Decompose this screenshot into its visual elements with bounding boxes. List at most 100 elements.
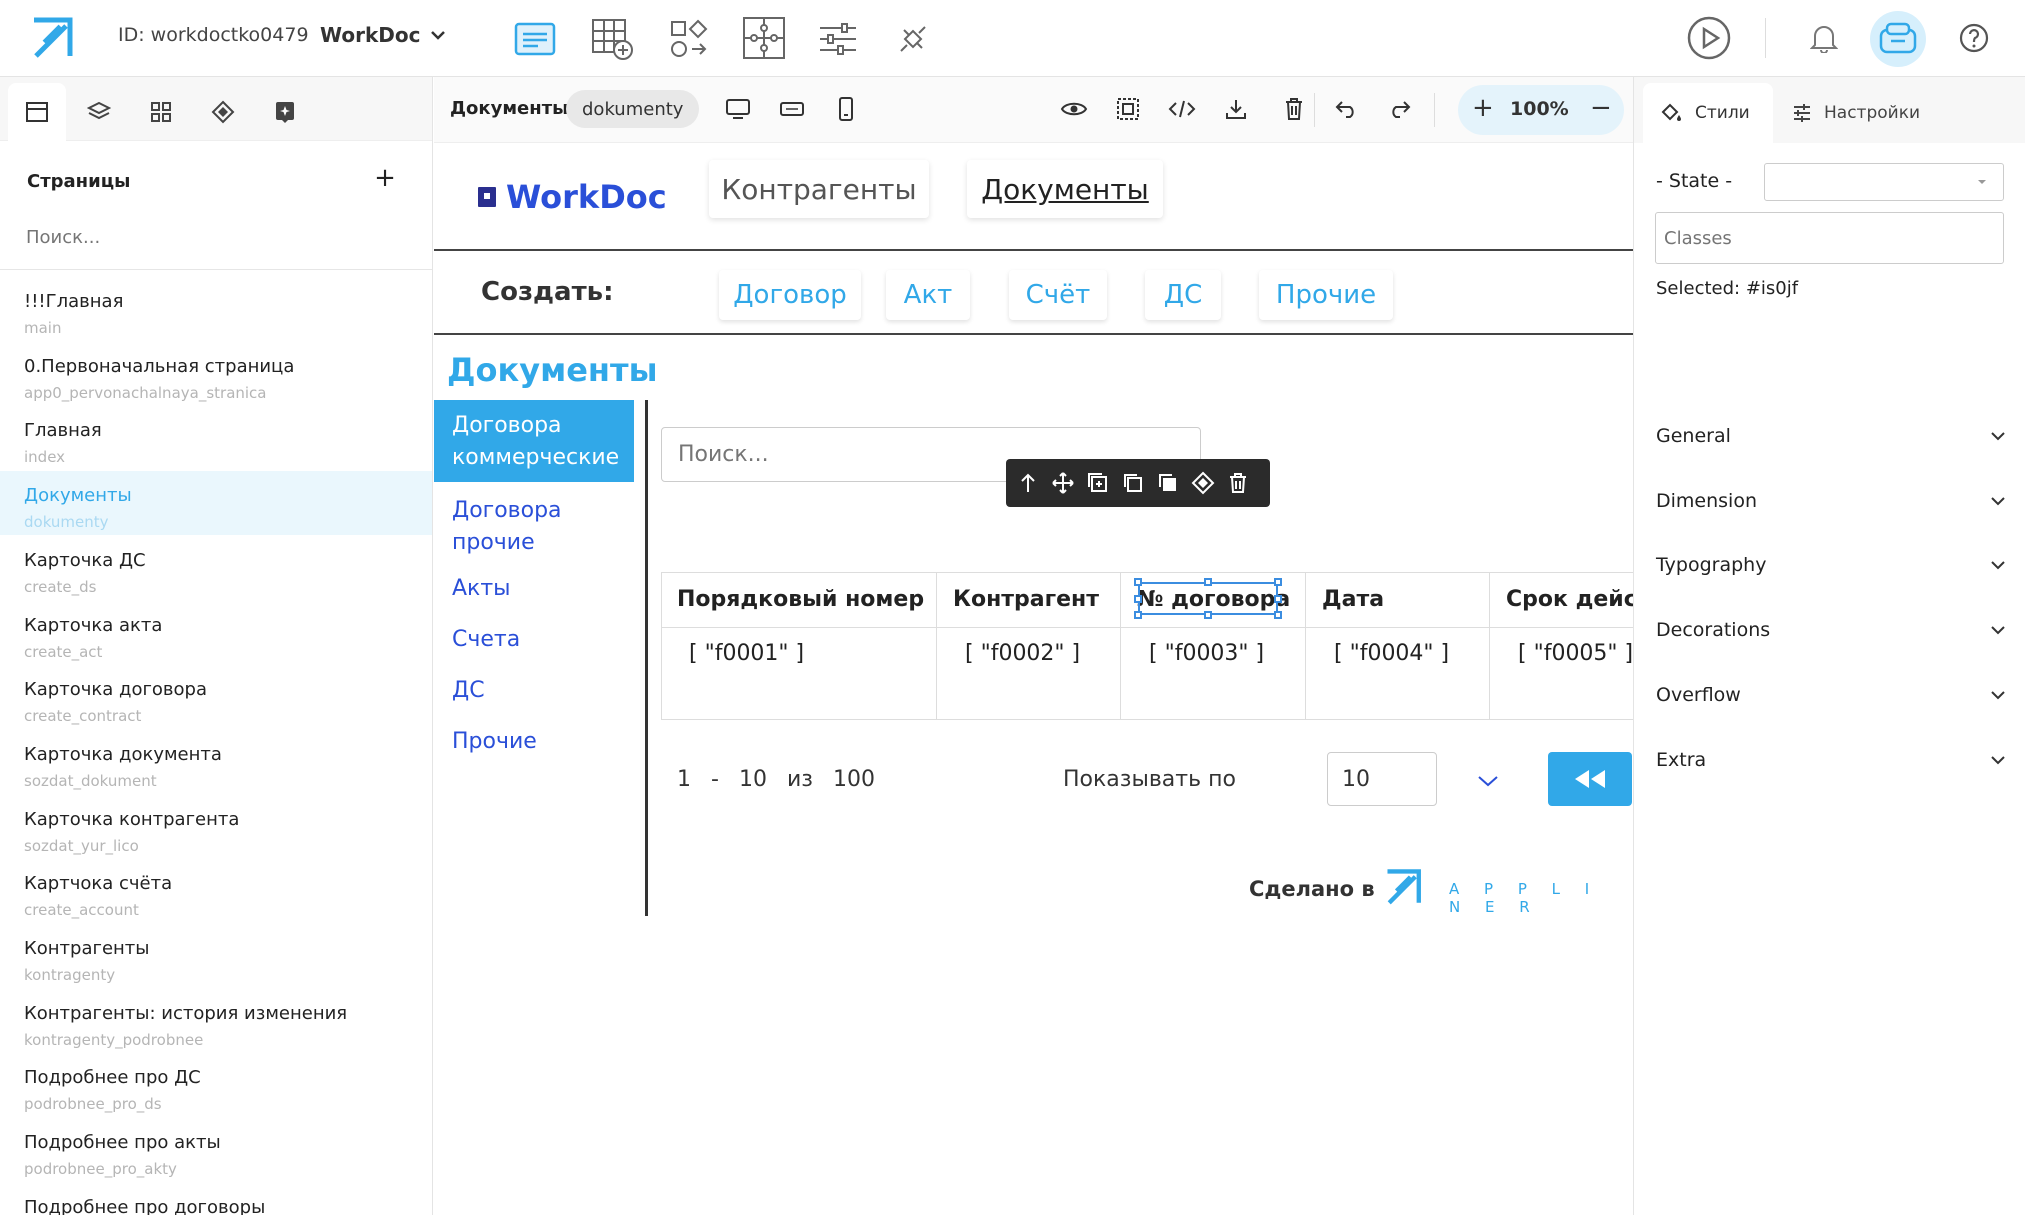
- resize-handle[interactable]: [1274, 611, 1282, 619]
- appliner-logo-icon[interactable]: [1382, 866, 1426, 910]
- plugin-icon[interactable]: [890, 16, 936, 62]
- page-list-item[interactable]: Карточка ДС create_ds: [0, 536, 432, 600]
- column-header-counterparty[interactable]: Контрагент: [937, 572, 1121, 627]
- page-search-input[interactable]: [16, 217, 416, 257]
- add-child-icon[interactable]: [1084, 469, 1112, 497]
- style-section-extra[interactable]: Extra: [1656, 728, 2006, 792]
- desktop-view-icon[interactable]: [720, 91, 756, 127]
- create-other-button[interactable]: Прочие: [1259, 270, 1393, 320]
- page-list-item[interactable]: Контрагенты: история изменения kontragent…: [0, 989, 432, 1053]
- tab-styles[interactable]: Стили: [1643, 83, 1773, 143]
- resize-handle[interactable]: [1204, 578, 1212, 586]
- add-page-button[interactable]: +: [374, 163, 396, 193]
- column-header-number[interactable]: Порядковый номер: [661, 572, 937, 627]
- tab-settings[interactable]: Настройки: [1784, 83, 1964, 143]
- column-header-date[interactable]: Дата: [1306, 572, 1490, 627]
- page-list-item[interactable]: Подробнее про договоры: [0, 1183, 432, 1215]
- resize-handle[interactable]: [1274, 595, 1282, 603]
- symbols-tab[interactable]: [194, 83, 252, 141]
- sidebar-item-other[interactable]: Прочие: [452, 726, 537, 758]
- page-list-item[interactable]: Карточка договора create_contract: [0, 665, 432, 729]
- page-list-item[interactable]: Документы dokumenty: [0, 471, 432, 536]
- select-parent-icon[interactable]: [1014, 469, 1042, 497]
- resize-handle[interactable]: [1134, 595, 1142, 603]
- delete-icon[interactable]: [1224, 469, 1252, 497]
- move-icon[interactable]: [1049, 469, 1077, 497]
- brand-logo[interactable]: WorkDoc: [476, 178, 667, 216]
- first-page-button[interactable]: [1548, 752, 1632, 806]
- per-page-label: Показывать по: [1063, 767, 1236, 792]
- nav-kontragenty[interactable]: Контрагенты: [709, 160, 929, 218]
- redo-icon[interactable]: [1382, 91, 1418, 127]
- code-icon[interactable]: [1164, 91, 1200, 127]
- tablet-view-icon[interactable]: [774, 91, 810, 127]
- resize-handle[interactable]: [1204, 611, 1212, 619]
- page-list-item[interactable]: Контрагенты kontragenty: [0, 924, 432, 988]
- blocks-tab[interactable]: [132, 83, 190, 141]
- page-slug: create_act: [24, 642, 103, 661]
- assets-tab[interactable]: [256, 83, 314, 141]
- outline-icon[interactable]: [1110, 91, 1146, 127]
- table-add-icon[interactable]: [589, 16, 635, 62]
- help-icon[interactable]: [1956, 20, 1992, 56]
- trash-icon[interactable]: [1276, 91, 1312, 127]
- sidebar-item-commercial[interactable]: Договора коммерческие: [452, 410, 632, 474]
- copy-icon[interactable]: [1119, 469, 1147, 497]
- page-list-item[interactable]: !!!Главная main: [0, 277, 432, 341]
- resize-handle[interactable]: [1134, 578, 1142, 586]
- sidebar-item-ds[interactable]: ДС: [452, 675, 485, 707]
- page-list-item[interactable]: Главная index: [0, 406, 432, 470]
- state-select[interactable]: [1764, 163, 2004, 201]
- style-section-overflow[interactable]: Overflow: [1656, 663, 2006, 727]
- layers-tab[interactable]: [70, 83, 128, 141]
- tab-styles-label: Стили: [1695, 103, 1750, 123]
- page-list-item[interactable]: Подробнее про ДС podrobnee_pro_ds: [0, 1053, 432, 1117]
- resize-handle[interactable]: [1274, 578, 1282, 586]
- undo-icon[interactable]: [1328, 91, 1364, 127]
- style-section-dimension[interactable]: Dimension: [1656, 469, 2006, 533]
- sidebar-item-other-contracts[interactable]: Договора прочие: [452, 495, 632, 559]
- page-list-item[interactable]: Карточка акта create_act: [0, 601, 432, 665]
- create-ds-button[interactable]: ДС: [1145, 270, 1221, 320]
- classes-input[interactable]: [1655, 212, 2004, 264]
- sidebar-item-acts[interactable]: Акты: [452, 573, 511, 605]
- project-selector[interactable]: WorkDoc: [320, 23, 446, 47]
- appliner-logo-icon[interactable]: [28, 14, 78, 64]
- page-name: Карточка контрагента: [24, 808, 240, 830]
- column-header-term[interactable]: Срок действия: [1490, 572, 1633, 627]
- eye-icon[interactable]: [1056, 91, 1092, 127]
- download-icon[interactable]: [1218, 91, 1254, 127]
- create-act-button[interactable]: Акт: [886, 270, 970, 320]
- style-section-general[interactable]: General: [1656, 404, 2006, 468]
- page-list-item[interactable]: Подробнее про акты podrobnee_pro_akty: [0, 1118, 432, 1182]
- zoom-out-button[interactable]: −: [1590, 93, 1612, 123]
- per-page-select[interactable]: 10: [1327, 752, 1437, 806]
- sidebar-item-invoices[interactable]: Счета: [452, 624, 520, 656]
- components-icon[interactable]: [666, 16, 712, 62]
- page-slug-badge[interactable]: dokumenty: [566, 90, 700, 128]
- avatar[interactable]: [1870, 11, 1926, 67]
- create-invoice-button[interactable]: Счёт: [1009, 270, 1107, 320]
- sliders-icon[interactable]: [815, 16, 861, 62]
- resize-handle[interactable]: [1134, 611, 1142, 619]
- style-section-label: Typography: [1656, 554, 1767, 577]
- style-section-typography[interactable]: Typography: [1656, 533, 2006, 597]
- bell-icon[interactable]: [1806, 20, 1842, 56]
- symbol-icon[interactable]: [1189, 469, 1217, 497]
- style-section-label: General: [1656, 425, 1731, 447]
- style-section-decorations[interactable]: Decorations: [1656, 598, 2006, 662]
- page-list-item[interactable]: Картчока счёта create_account: [0, 859, 432, 923]
- nav-dokumenty[interactable]: Документы: [967, 160, 1163, 218]
- page-list-item[interactable]: Карточка контрагента sozdat_yur_lico: [0, 795, 432, 859]
- pages-tab[interactable]: [8, 83, 66, 141]
- puzzle-icon[interactable]: [740, 14, 788, 62]
- create-contract-button[interactable]: Договор: [719, 270, 861, 320]
- zoom-in-button[interactable]: +: [1472, 93, 1494, 123]
- play-preview-icon[interactable]: [1686, 15, 1732, 61]
- chevron-down-icon[interactable]: [1474, 767, 1502, 795]
- pages-editor-icon[interactable]: [512, 16, 558, 62]
- clone-icon[interactable]: [1154, 469, 1182, 497]
- page-list-item[interactable]: Карточка документа sozdat_dokument: [0, 730, 432, 794]
- mobile-view-icon[interactable]: [828, 91, 864, 127]
- page-list-item[interactable]: 0.Первоначальная страница app0_pervonacha…: [0, 342, 432, 406]
